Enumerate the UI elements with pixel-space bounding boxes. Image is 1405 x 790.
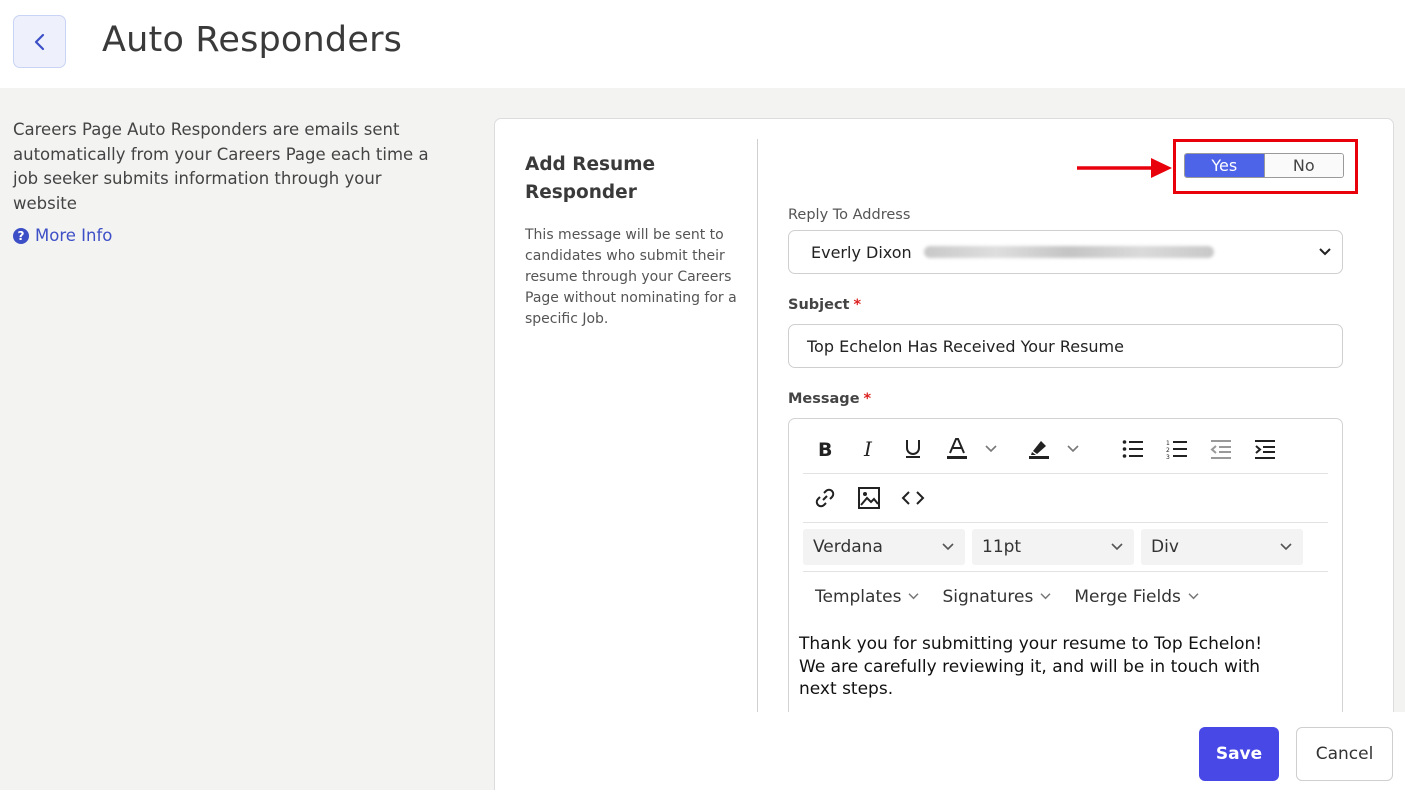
page-header: Auto Responders [0,0,1405,88]
card-description: This message will be sent to candidates … [525,227,737,327]
bullet-list-button[interactable] [1111,431,1155,467]
vertical-divider [757,139,758,735]
highlight-color-button[interactable] [1017,431,1061,467]
font-size-select[interactable]: 11pt [972,529,1134,565]
bullet-list-icon [1122,440,1143,458]
indent-button[interactable] [1243,431,1287,467]
source-code-button[interactable] [891,480,935,516]
message-editor[interactable]: B I 123 Verdana 11pt Div Templates Signa… [788,418,1343,738]
text-color-dropdown[interactable] [979,431,1003,467]
enable-toggle[interactable]: Yes No [1184,153,1344,178]
underline-button[interactable] [891,431,935,467]
svg-text:3: 3 [1166,454,1170,459]
chevron-down-icon [942,543,954,551]
message-line: We are carefully reviewing it, and will … [799,656,1261,677]
more-info-link[interactable]: ? More Info [13,226,112,245]
card-title: Add Resume Responder [525,154,656,203]
svg-text:I: I [863,439,873,459]
svg-text:B: B [818,439,832,459]
redacted-email [923,246,1214,258]
toolbar-row-fonts: Verdana 11pt Div [803,523,1328,572]
toolbar-row-menus: Templates Signatures Merge Fields [803,572,1328,621]
chevron-down-icon [908,593,919,600]
merge-fields-menu[interactable]: Merge Fields [1074,587,1200,607]
image-icon [858,487,880,509]
required-marker: * [853,297,862,313]
block-format-select[interactable]: Div [1141,529,1303,565]
signatures-label: Signatures [942,586,1034,607]
more-info-label: More Info [35,226,113,245]
svg-text:1: 1 [1166,440,1170,447]
message-label-text: Message [788,391,860,407]
toggle-no[interactable]: No [1263,154,1343,177]
svg-text:2: 2 [1166,447,1170,454]
back-button[interactable] [13,15,66,68]
indent-icon [1255,440,1275,459]
highlighter-icon [1029,441,1049,459]
font-family-value: Verdana [813,537,883,557]
italic-button[interactable]: I [847,431,891,467]
font-family-select[interactable]: Verdana [803,529,965,565]
numbered-list-icon: 123 [1166,440,1187,459]
merge-fields-label: Merge Fields [1074,586,1181,607]
red-arrow-icon [1077,158,1172,178]
chevron-down-icon [1040,593,1051,600]
text-color-icon [947,438,967,459]
reply-to-select[interactable]: Everly Dixon [788,230,1343,274]
outdent-button[interactable] [1199,431,1243,467]
insert-image-button[interactable] [847,480,891,516]
subject-label-text: Subject [788,297,850,313]
chevron-down-icon [1111,543,1123,551]
chevron-left-icon [34,33,44,50]
message-line: Thank you for submitting your resume to … [799,634,1263,654]
bold-icon: B [818,439,832,459]
question-icon: ? [13,227,29,244]
code-icon [901,491,925,505]
highlight-color-dropdown[interactable] [1061,431,1085,467]
chevron-down-icon [1319,248,1331,256]
templates-label: Templates [815,586,902,607]
message-line: next steps. [799,679,894,699]
reply-to-value: Everly Dixon [811,242,912,262]
link-icon [815,488,835,508]
chevron-down-icon [1188,593,1199,600]
message-body[interactable]: Thank you for submitting your resume to … [799,633,1329,701]
italic-icon: I [863,439,873,459]
text-color-button[interactable] [935,431,979,467]
chevron-down-icon [1280,543,1292,551]
responder-card: Add Resume Responder This message will b… [494,118,1394,790]
message-label: Message * [788,391,871,407]
subject-input[interactable]: Top Echelon Has Received Your Resume [788,324,1343,368]
block-format-value: Div [1151,537,1179,557]
subject-label: Subject * [788,297,861,313]
save-button[interactable]: Save [1199,727,1279,781]
templates-menu[interactable]: Templates [815,587,920,607]
toolbar-row-insert [803,474,1328,523]
outdent-icon [1210,440,1231,459]
sidebar-description: Careers Page Auto Responders are emails … [13,120,429,213]
numbered-list-button[interactable]: 123 [1155,431,1199,467]
bold-button[interactable]: B [803,431,847,467]
font-size-value: 11pt [982,537,1022,557]
page-title: Auto Responders [102,20,403,60]
toolbar-row-formatting: B I 123 [803,425,1328,474]
signatures-menu[interactable]: Signatures [942,587,1052,607]
cancel-button[interactable]: Cancel [1296,727,1393,781]
chevron-down-icon [985,445,997,453]
chevron-down-icon [1067,445,1079,453]
reply-to-label: Reply To Address [788,207,911,223]
insert-link-button[interactable] [803,480,847,516]
required-marker: * [863,391,872,407]
underline-icon [906,440,920,458]
toggle-yes[interactable]: Yes [1185,154,1264,177]
